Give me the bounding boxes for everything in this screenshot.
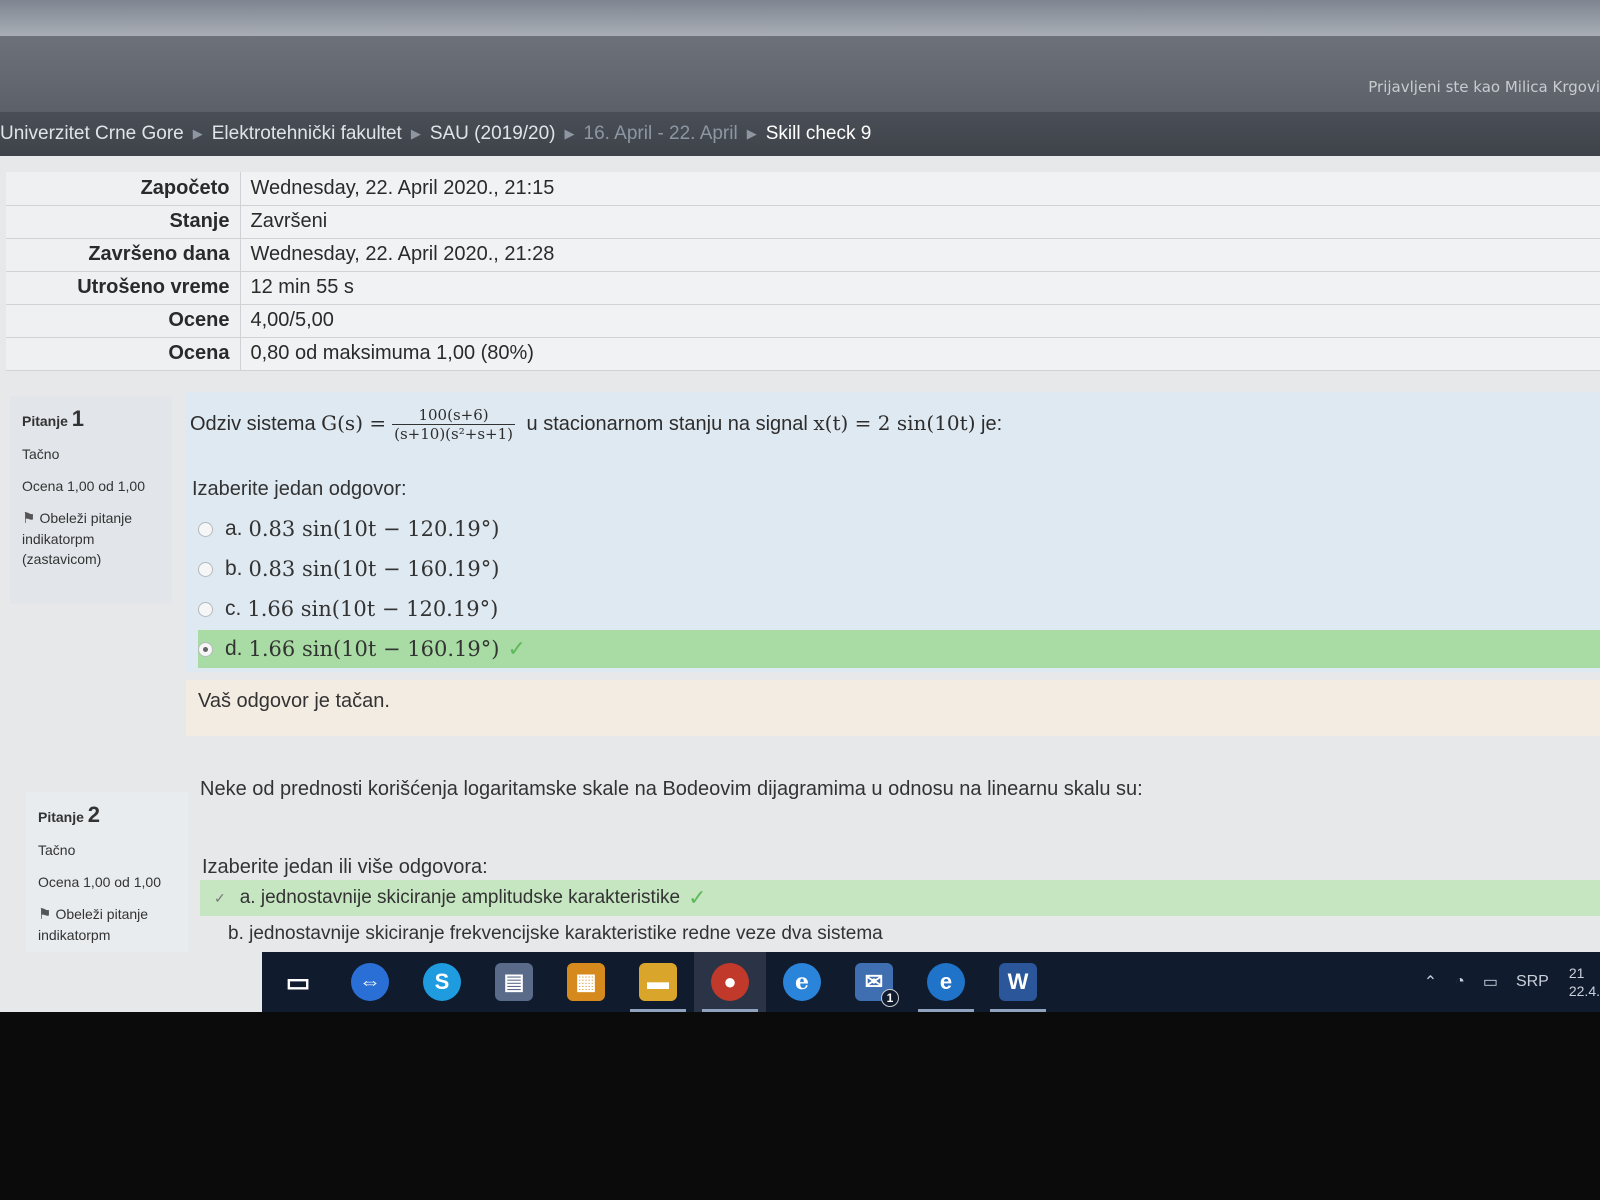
- question-2-prompt: Izaberite jedan ili više odgovora:: [202, 856, 488, 878]
- breadcrumb-separator-icon: ▶: [192, 126, 203, 141]
- summary-row: Ocena 0,80 od maksimuma 1,00 (80%): [6, 337, 1600, 371]
- radio-button[interactable]: [198, 561, 213, 577]
- summary-value: 4,00/5,00: [240, 304, 1600, 338]
- summary-row: Započeto Wednesday, 22. April 2020., 21:…: [6, 172, 1600, 206]
- summary-label: Ocena: [6, 337, 241, 371]
- summary-value: 0,80 od maksimuma 1,00 (80%): [240, 337, 1600, 371]
- summary-label: Utrošeno vreme: [6, 271, 241, 305]
- question-2-status: Tačno: [38, 842, 76, 858]
- breadcrumb-separator-icon: ▶: [410, 126, 421, 141]
- question-1-feedback: Vaš odgovor je tačan.: [186, 680, 1600, 736]
- question-1-grade: Ocena 1,00 od 1,00: [22, 478, 145, 494]
- taskbar-word[interactable]: W: [982, 952, 1054, 1012]
- word-icon: W: [999, 963, 1037, 1001]
- summary-label: Stanje: [6, 205, 241, 239]
- question-2-text: Neke od prednosti korišćenja logaritamsk…: [200, 778, 1143, 800]
- taskbar-teamviewer[interactable]: ⇔: [334, 952, 406, 1012]
- taskbar-store[interactable]: ▦: [550, 952, 622, 1012]
- breadcrumb-separator-icon: ▶: [564, 126, 575, 141]
- wifi-icon[interactable]: ◔: [1455, 973, 1465, 991]
- taskbar-internet-explorer[interactable]: e: [766, 952, 838, 1012]
- breadcrumb-faculty[interactable]: Elektrotehnički fakultet: [212, 123, 402, 145]
- taskbar-skype[interactable]: S: [406, 952, 478, 1012]
- correct-check-icon: ✓: [688, 885, 707, 910]
- summary-label: Započeto: [6, 172, 241, 206]
- teamviewer-icon: ⇔: [351, 963, 389, 1001]
- question-2-info: Pitanje 2 Tačno Ocena 1,00 od 1,00 ⚑ Obel…: [26, 792, 188, 952]
- windows-taskbar: ▭ ⇔ S ▤ ▦ ▬ ● e ✉ 1 e W ⌃ ◔ ▭ SRP 21 22.4…: [262, 952, 1600, 1012]
- taskbar-mail[interactable]: ✉ 1: [838, 952, 910, 1012]
- calendar-app-icon: ▤: [495, 963, 533, 1001]
- question-1-content: Odziv sistema G(s) = 100(s+6) (s+10)(s²+s+…: [186, 392, 1600, 672]
- correct-check-icon: ✓: [507, 636, 526, 661]
- language-indicator[interactable]: SRP: [1516, 973, 1549, 991]
- attempt-summary-table: Započeto Wednesday, 22. April 2020., 21:…: [6, 172, 1600, 371]
- clock-time: 21: [1568, 965, 1585, 981]
- summary-row: Stanje Završeni: [6, 205, 1600, 239]
- transfer-function-fraction: 100(s+6) (s+10)(s²+s+1): [392, 406, 515, 443]
- question-1-prompt: Izaberite jedan odgovor:: [192, 478, 407, 500]
- answer-option-c[interactable]: c. 1.66 sin(10t − 120.19°): [198, 590, 1594, 628]
- flag-icon: ⚑: [22, 510, 36, 527]
- taskbar-calendar[interactable]: ▤: [478, 952, 550, 1012]
- mail-icon: ✉ 1: [855, 963, 899, 1007]
- summary-value: Završeni: [240, 205, 1600, 239]
- summary-row: Završeno dana Wednesday, 22. April 2020.…: [6, 238, 1600, 272]
- breadcrumb-course[interactable]: SAU (2019/20): [430, 123, 556, 145]
- summary-value: Wednesday, 22. April 2020., 21:28: [240, 238, 1600, 272]
- question-1-flag-link[interactable]: ⚑ Obeleži pitanje indikatorpm (zastavicom…: [22, 508, 160, 569]
- chrome-icon: ●: [711, 963, 749, 1001]
- question-1-text: Odziv sistema G(s) = 100(s+6) (s+10)(s²+s+…: [190, 406, 1003, 443]
- question-1-status: Tačno: [22, 446, 60, 462]
- question-1-info: Pitanje 1 Tačno Ocena 1,00 od 1,00 ⚑ Obel…: [10, 396, 172, 604]
- radio-button-selected[interactable]: [198, 641, 213, 657]
- summary-row: Ocene 4,00/5,00: [6, 304, 1600, 338]
- summary-value: Wednesday, 22. April 2020., 21:15: [240, 172, 1600, 206]
- monitor-bezel: [0, 1012, 1600, 1200]
- breadcrumb-university[interactable]: Univerzitet Crne Gore: [0, 123, 184, 145]
- breadcrumb: Univerzitet Crne Gore ▶ Elektrotehnički …: [0, 112, 1600, 156]
- edge-icon: e: [927, 963, 965, 1001]
- checkbox-checked-icon[interactable]: ✓: [214, 890, 226, 907]
- taskbar-chrome[interactable]: ●: [694, 952, 766, 1012]
- file-explorer-icon: ▬: [639, 963, 677, 1001]
- answer-option-b[interactable]: b. 0.83 sin(10t − 160.19°): [198, 550, 1594, 588]
- login-info[interactable]: Prijavljeni ste kao Milica Krgovi: [1368, 78, 1600, 96]
- internet-explorer-icon: e: [783, 963, 821, 1001]
- radio-button[interactable]: [198, 601, 213, 617]
- answer-option-b[interactable]: b. jednostavnije skiciranje frekvencijsk…: [200, 916, 883, 952]
- summary-value: 12 min 55 s: [240, 271, 1600, 305]
- question-2-flag-link[interactable]: ⚑ Obeleži pitanje indikatorpm: [38, 904, 176, 945]
- answer-option-a[interactable]: ✓ a. jednostavnije skiciranje amplitudsk…: [200, 880, 1600, 916]
- taskbar-edge[interactable]: e: [910, 952, 982, 1012]
- browser-top-strip: [0, 0, 1600, 36]
- clock[interactable]: 21 22.4.: [1569, 964, 1600, 1000]
- question-1-number: Pitanje 1: [22, 406, 85, 431]
- answer-option-a[interactable]: a. 0.83 sin(10t − 120.19°): [198, 510, 1594, 548]
- question-2-number: Pitanje 2: [38, 802, 101, 827]
- summary-label: Ocene: [6, 304, 241, 338]
- battery-icon[interactable]: ▭: [1483, 972, 1498, 992]
- breadcrumb-quiz[interactable]: Skill check 9: [766, 123, 872, 145]
- store-icon: ▦: [567, 963, 605, 1001]
- question-2-grade: Ocena 1,00 od 1,00: [38, 874, 161, 890]
- mail-badge: 1: [881, 989, 899, 1007]
- browser-screen: Prijavljeni ste kao Milica Krgovi Univer…: [0, 0, 1600, 1012]
- breadcrumb-week[interactable]: 16. April - 22. April: [584, 123, 738, 145]
- clock-date: 22.4.: [1568, 983, 1600, 999]
- summary-label: Završeno dana: [6, 238, 241, 272]
- breadcrumb-separator-icon: ▶: [746, 126, 757, 141]
- site-header: Prijavljeni ste kao Milica Krgovi: [0, 36, 1600, 112]
- answer-option-d[interactable]: d. 1.66 sin(10t − 160.19°) ✓: [198, 630, 1600, 668]
- taskbar-task-view[interactable]: ▭: [262, 952, 334, 1012]
- tray-expand-icon[interactable]: ⌃: [1424, 972, 1437, 992]
- taskbar-file-explorer[interactable]: ▬: [622, 952, 694, 1012]
- radio-button[interactable]: [198, 521, 213, 537]
- system-tray: ⌃ ◔ ▭ SRP 21 22.4.: [1406, 952, 1600, 1012]
- summary-row: Utrošeno vreme 12 min 55 s: [6, 271, 1600, 305]
- flag-icon: ⚑: [38, 906, 52, 923]
- task-view-icon: ▭: [279, 963, 317, 1001]
- skype-icon: S: [423, 963, 461, 1001]
